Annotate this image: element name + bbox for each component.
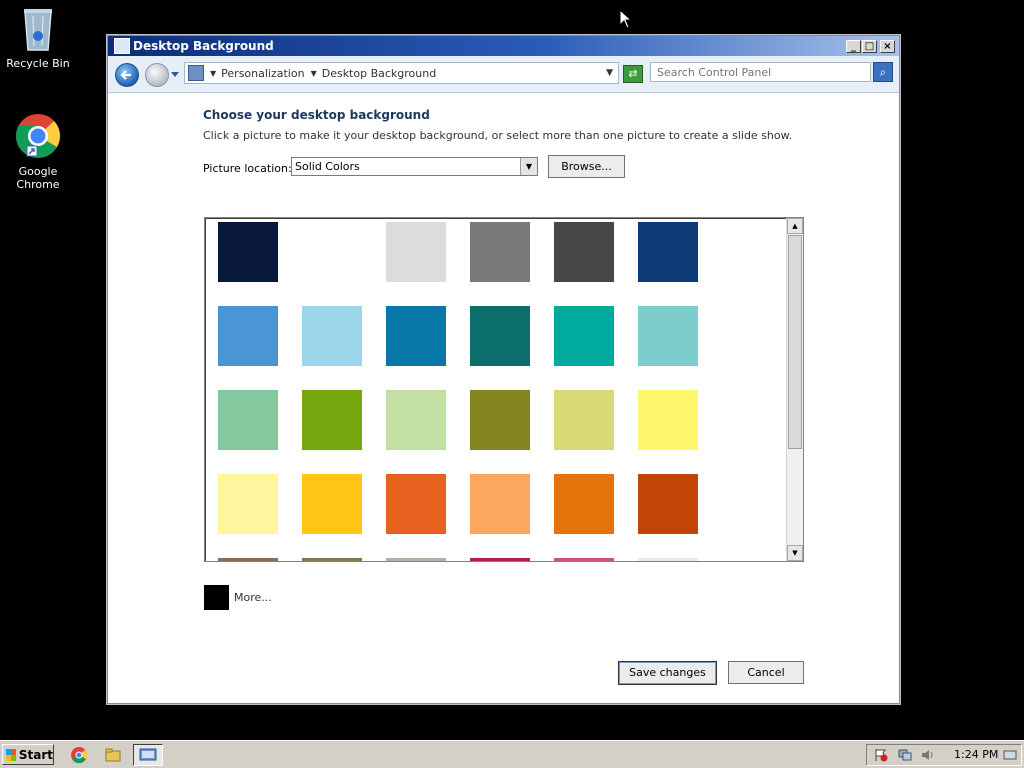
picture-location-label: Picture location: (203, 162, 292, 175)
color-swatch[interactable] (302, 474, 362, 534)
recycle-bin-icon (24, 9, 52, 51)
page-description: Click a picture to make it your desktop … (203, 129, 793, 142)
color-swatch[interactable] (386, 474, 446, 534)
color-swatch[interactable] (218, 222, 278, 282)
color-swatch[interactable] (302, 390, 362, 450)
start-button[interactable]: Start (2, 744, 54, 765)
more-colors-link[interactable]: More... (234, 591, 272, 604)
color-swatch[interactable] (386, 390, 446, 450)
color-swatch[interactable] (554, 306, 614, 366)
close-button[interactable]: × (880, 39, 895, 53)
search-input[interactable] (650, 62, 871, 82)
control-panel-icon (188, 65, 204, 81)
main-content: Choose your desktop background Click a p… (108, 93, 899, 703)
google-chrome-label: Google Chrome (16, 165, 60, 191)
address-dropdown-icon[interactable]: ▼ (606, 68, 613, 78)
scroll-up-button[interactable]: ▲ (787, 218, 803, 234)
network-icon[interactable] (898, 748, 912, 762)
color-swatch[interactable] (302, 222, 362, 282)
breadcrumb-personalization[interactable]: Personalization (221, 67, 304, 80)
color-swatch[interactable] (218, 558, 278, 561)
color-swatch[interactable] (638, 474, 698, 534)
color-swatch[interactable] (218, 306, 278, 366)
cancel-button[interactable]: Cancel (728, 661, 804, 684)
color-swatch[interactable] (302, 306, 362, 366)
recycle-bin-shortcut[interactable]: Recycle Bin (0, 6, 76, 70)
start-label: Start (18, 747, 53, 762)
back-button[interactable] (115, 63, 139, 87)
taskbar-task-control-panel[interactable] (133, 744, 163, 766)
color-swatch[interactable] (638, 222, 698, 282)
mouse-cursor-icon (619, 9, 633, 29)
windows-logo-icon (6, 748, 16, 761)
minimize-button[interactable]: _ (846, 39, 861, 53)
explorer-quicklaunch-icon[interactable] (104, 746, 122, 764)
color-swatch[interactable] (554, 474, 614, 534)
desktop-background-window: Desktop Background _ □ × ▼ Personalizati… (107, 35, 900, 704)
clock[interactable]: 1:24 PM (954, 748, 998, 761)
color-swatch[interactable] (638, 558, 698, 561)
window-title: Desktop Background (133, 39, 274, 53)
scroll-thumb[interactable] (788, 235, 802, 449)
maximize-button[interactable]: □ (862, 39, 877, 53)
address-bar[interactable]: ▼ Personalization ▼ Desktop Background ▼ (184, 62, 619, 84)
color-swatch[interactable] (302, 558, 362, 561)
color-swatch[interactable] (470, 390, 530, 450)
color-swatch[interactable] (386, 222, 446, 282)
title-bar[interactable]: Desktop Background _ □ × (108, 36, 899, 56)
recent-pages-dropdown-icon[interactable] (171, 72, 179, 77)
chevron-down-icon[interactable]: ▼ (311, 69, 317, 78)
color-swatch[interactable] (470, 558, 530, 561)
forward-button[interactable] (145, 63, 169, 87)
scroll-down-button[interactable]: ▼ (787, 545, 803, 561)
chevron-down-icon[interactable]: ▼ (520, 158, 537, 175)
more-colors-swatch[interactable] (204, 585, 229, 610)
action-center-icon[interactable] (874, 748, 888, 762)
color-swatch[interactable] (638, 390, 698, 450)
recycle-bin-label: Recycle Bin (6, 57, 70, 70)
search-icon[interactable]: ⌕ (873, 62, 893, 82)
system-tray: 1:24 PM (866, 744, 1022, 766)
color-swatch[interactable] (218, 474, 278, 534)
palette-scrollbar[interactable]: ▲ ▼ (786, 218, 803, 561)
swatch-grid (218, 222, 698, 561)
breadcrumb-desktop-background[interactable]: Desktop Background (322, 67, 437, 80)
color-swatch[interactable] (470, 306, 530, 366)
taskbar: Start 1:24 PM (0, 740, 1024, 768)
chevron-down-icon[interactable]: ▼ (210, 69, 216, 78)
page-title: Choose your desktop background (203, 108, 430, 122)
color-swatch[interactable] (638, 306, 698, 366)
color-swatch[interactable] (554, 390, 614, 450)
chrome-quicklaunch-icon[interactable] (70, 746, 88, 764)
color-swatch[interactable] (470, 222, 530, 282)
color-swatch[interactable] (470, 474, 530, 534)
show-desktop-icon[interactable] (1003, 748, 1017, 762)
color-swatch[interactable] (554, 222, 614, 282)
color-swatch[interactable] (386, 306, 446, 366)
volume-icon[interactable] (921, 748, 935, 762)
picture-location-value: Solid Colors (295, 160, 360, 173)
refresh-button[interactable]: ⇄ (623, 65, 643, 83)
navigation-bar: ▼ Personalization ▼ Desktop Background ▼… (108, 56, 899, 93)
color-swatch[interactable] (554, 558, 614, 561)
google-chrome-shortcut[interactable]: Google Chrome (0, 112, 76, 191)
chrome-icon (16, 114, 60, 158)
browse-button[interactable]: Browse... (548, 155, 625, 178)
control-panel-icon (139, 748, 157, 761)
window-icon (114, 38, 130, 54)
color-swatch[interactable] (218, 390, 278, 450)
picture-location-select[interactable]: Solid Colors ▼ (291, 157, 538, 176)
back-arrow-icon (120, 70, 131, 80)
color-swatch[interactable] (386, 558, 446, 561)
save-changes-button[interactable]: Save changes (618, 661, 717, 685)
color-palette: ▲ ▼ (204, 217, 804, 562)
